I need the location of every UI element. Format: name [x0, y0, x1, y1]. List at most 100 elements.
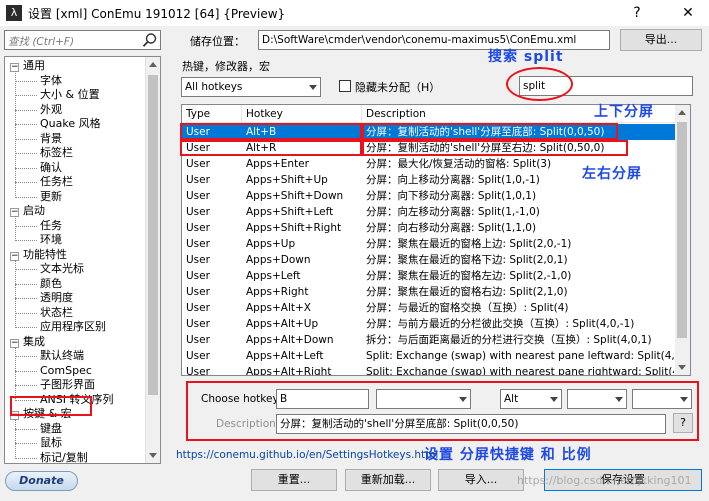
- tree-item[interactable]: 大小 & 位置: [15, 88, 100, 102]
- tree-item[interactable]: 任务栏: [15, 175, 73, 189]
- tree-connector: [15, 259, 16, 328]
- tree-item[interactable]: 外观: [15, 102, 62, 117]
- tree-item[interactable]: 标记/复制: [15, 451, 88, 463]
- cell-type: User: [186, 318, 210, 330]
- tree-item-label: 鼠标: [40, 436, 62, 449]
- hide-unassigned-checkbox[interactable]: [339, 80, 351, 92]
- tree-item[interactable]: 背景: [15, 132, 62, 146]
- table-row[interactable]: User Apps+Alt+Left Split: Exchange (swap) …: [182, 348, 676, 364]
- scroll-up-arrow-icon[interactable]: [678, 110, 686, 115]
- tree-connector: [15, 298, 37, 299]
- table-row[interactable]: User Apps+Up 分屏：聚焦在最近的窗格上边: Split(2,0,-1): [182, 236, 676, 252]
- cell-description: Split: Exchange (swap) with nearest pane…: [366, 366, 674, 376]
- cell-hotkey: Apps+Alt+Left: [246, 350, 324, 362]
- column-header-hotkey[interactable]: Hotkey: [242, 105, 362, 123]
- table-row[interactable]: User Apps+Left 分屏：聚焦在最近的窗格左边: Split(2,-1,0…: [182, 268, 676, 284]
- tree-item[interactable]: 状态栏: [15, 306, 73, 320]
- tree-item-label: 默认终端: [40, 349, 84, 362]
- tree-item[interactable]: 环境: [15, 233, 62, 247]
- scroll-up-arrow-icon[interactable]: [149, 62, 157, 67]
- sidebar-search-input[interactable]: 查找 (Ctrl+F): [4, 30, 161, 50]
- annotation-settings: 设置 分屏快捷键 和 比例: [424, 447, 592, 463]
- cell-type: User: [186, 222, 210, 234]
- tree-item-label: 环境: [40, 233, 62, 246]
- table-row[interactable]: User Apps+Alt+X 分屏：与最近的窗格交换（互换）: Split(4): [182, 300, 676, 316]
- cell-type: User: [186, 334, 210, 346]
- annotation-up-down-split: 上下分屏: [594, 104, 654, 120]
- table-row[interactable]: User Apps+Alt+Up 分屏：与前方最近的分栏彼此交换（互换）: Spli…: [182, 316, 676, 332]
- tree-item[interactable]: ComSpec: [15, 364, 92, 378]
- hotkey-filter-dropdown[interactable]: All hotkeys: [181, 77, 321, 97]
- tree-item[interactable]: Quake 风格: [15, 117, 101, 131]
- tree-item-label: 大小 & 位置: [40, 88, 100, 101]
- tree-item[interactable]: 更新: [15, 190, 62, 204]
- cell-hotkey: Apps+Alt+Up: [246, 318, 319, 330]
- table-row[interactable]: User Apps+Shift+Down 分屏：向下移动分离器: Split(1,0…: [182, 188, 676, 204]
- highlight-alt-r-hotkey: [180, 140, 362, 156]
- chevron-down-icon: [309, 85, 317, 90]
- tree-item-label: 外观: [40, 102, 62, 116]
- table-row[interactable]: User Apps+Down 分屏：聚焦在最近的窗格下边: Split(2,0,1): [182, 252, 676, 268]
- close-button[interactable]: ✕: [674, 2, 702, 24]
- tree-scroll-thumb[interactable]: [148, 75, 158, 395]
- export-button[interactable]: 导出...: [620, 29, 702, 51]
- table-row[interactable]: User Apps+Right 分屏：聚焦在最近的窗格右边: Split(2,1,0…: [182, 284, 676, 300]
- donate-button[interactable]: Donate: [5, 471, 78, 491]
- tree-connector: [15, 153, 37, 154]
- tree-item[interactable]: 应用程序区别: [15, 320, 106, 334]
- cell-hotkey: Apps+Shift+Left: [246, 206, 334, 218]
- tree-item-label: 任务: [40, 218, 62, 232]
- tree-item[interactable]: 确认: [15, 161, 62, 175]
- cell-description: Split: Exchange (swap) with nearest pane…: [366, 350, 674, 362]
- cell-hotkey: Apps+Alt+X: [246, 302, 311, 314]
- tree-item[interactable]: 子图形界面: [15, 378, 95, 392]
- cell-hotkey: Apps+Right: [246, 286, 309, 298]
- cell-hotkey: Apps+Alt+Down: [246, 334, 334, 346]
- table-scroll-thumb[interactable]: [677, 122, 687, 338]
- tree-item[interactable]: 文本光标: [15, 262, 84, 276]
- column-header-type[interactable]: Type: [182, 105, 242, 123]
- reload-button[interactable]: 重新加载...: [345, 469, 431, 491]
- tree-item[interactable]: 任务: [15, 218, 62, 233]
- tree-item-label: 标签栏: [40, 146, 73, 159]
- tree-connector: [15, 80, 37, 82]
- tree-item[interactable]: 键盘: [15, 422, 62, 436]
- table-row[interactable]: User Apps+Alt+Right Split: Exchange (swap)…: [182, 364, 676, 376]
- cell-description: 分屏：与最近的窗格交换（互换）: Split(4): [366, 302, 569, 314]
- cell-hotkey: Apps+Down: [246, 254, 311, 266]
- tree-item-label: 字体: [40, 73, 62, 87]
- table-row[interactable]: User Apps+Shift+Right 分屏：向右移动分离器: Split(1,…: [182, 220, 676, 236]
- tree-item-label: 任务栏: [40, 175, 73, 188]
- tree-item[interactable]: 颜色: [15, 277, 62, 291]
- cell-type: User: [186, 302, 210, 314]
- tree-item[interactable]: 鼠标: [15, 436, 62, 450]
- table-row[interactable]: User Apps+Shift+Left 分屏：向左移动分离器: Split(1,-…: [182, 204, 676, 220]
- tree-item[interactable]: 标签栏: [15, 146, 73, 160]
- tree-connector: [15, 167, 37, 169]
- help-button[interactable]: ?: [623, 2, 651, 24]
- table-row[interactable]: User Apps+Alt+Down 拆分：与后面距离最近的分栏进行交换（互换）: …: [182, 332, 676, 348]
- scroll-down-arrow-icon[interactable]: [678, 365, 686, 370]
- tree-item[interactable]: − 功能特性: [10, 248, 67, 262]
- cell-description: 拆分：与后面距离最近的分栏进行交换（互换）: Split(4,0,1): [366, 334, 652, 346]
- annotation-search-split: 搜索 split: [488, 49, 564, 65]
- tree-item-label: 功能特性: [23, 247, 67, 261]
- cell-type: User: [186, 238, 210, 250]
- table-scrollbar[interactable]: [675, 105, 690, 375]
- tree-connector: [15, 457, 37, 459]
- search-icon[interactable]: [142, 32, 158, 48]
- reset-button[interactable]: 重置...: [251, 469, 337, 491]
- tree-item[interactable]: 字体: [15, 73, 62, 88]
- scroll-down-arrow-icon[interactable]: [149, 453, 157, 458]
- tree-item[interactable]: 透明度: [15, 291, 73, 305]
- import-button[interactable]: 导入...: [438, 469, 524, 491]
- tree-connector: [15, 327, 37, 328]
- tree-scrollbar[interactable]: [145, 57, 160, 463]
- tree-item[interactable]: 默认终端: [15, 349, 84, 363]
- watermark-text: https://blog.csdn.net/ijkking101: [517, 474, 692, 487]
- cell-type: User: [186, 254, 210, 266]
- hotkeys-section-label: 热键，修改器，宏: [182, 60, 270, 73]
- help-link[interactable]: https://conemu.github.io/en/SettingsHotk…: [176, 449, 438, 461]
- cell-description: 分屏：向右移动分离器: Split(1,1,0): [366, 222, 537, 234]
- hotkey-filter-value: All hotkeys: [185, 81, 243, 93]
